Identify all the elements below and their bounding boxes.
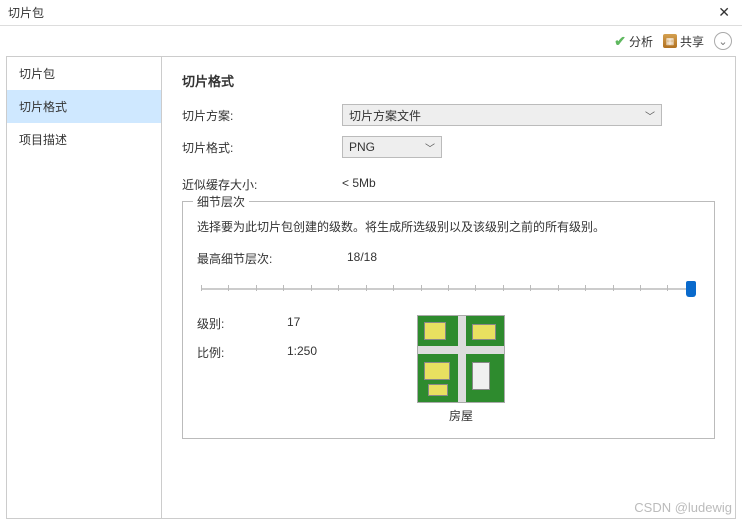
scale-label: 比例:: [197, 344, 287, 361]
format-value: PNG: [349, 140, 375, 154]
window-title: 切片包: [8, 4, 44, 21]
cache-row: 近似缓存大小: < 5Mb: [182, 176, 715, 193]
map-preview: [417, 315, 505, 403]
top-toolbar: ✔ 分析 ▦ 共享 ⌄: [0, 26, 742, 56]
slider-thumb[interactable]: [686, 281, 696, 297]
max-lod-row: 最高细节层次: 18/18: [197, 250, 700, 267]
title-bar: 切片包 ✕: [0, 0, 742, 26]
scheme-value: 切片方案文件: [349, 107, 421, 124]
scheme-label: 切片方案:: [182, 107, 342, 124]
format-label: 切片格式:: [182, 139, 342, 156]
share-icon: ▦: [663, 34, 677, 48]
analyze-button[interactable]: ✔ 分析: [614, 33, 653, 50]
lod-info: 级别: 17 比例: 1:250: [197, 315, 317, 373]
share-button[interactable]: ▦ 共享: [663, 33, 704, 50]
slider-ticks: [201, 285, 696, 293]
sidebar-item-format[interactable]: 切片格式: [7, 90, 161, 123]
chevron-down-icon: ﹀: [645, 108, 655, 123]
check-icon: ✔: [614, 33, 626, 50]
scale-value: 1:250: [287, 344, 317, 361]
lod-fieldset: 细节层次 选择要为此切片包创建的级数。将生成所选级别以及该级别之前的所有级别。 …: [182, 201, 715, 439]
sidebar: 切片包 切片格式 项目描述: [7, 57, 162, 518]
close-button[interactable]: ✕: [714, 4, 734, 21]
chevron-down-icon: ﹀: [425, 140, 435, 155]
sidebar-item-package[interactable]: 切片包: [7, 57, 161, 90]
format-select[interactable]: PNG ﹀: [342, 136, 442, 158]
format-row: 切片格式: PNG ﹀: [182, 136, 715, 158]
lod-slider[interactable]: [201, 277, 696, 301]
share-label: 共享: [680, 33, 704, 50]
scheme-select[interactable]: 切片方案文件 ﹀: [342, 104, 662, 126]
lod-description: 选择要为此切片包创建的级数。将生成所选级别以及该级别之前的所有级别。: [197, 218, 700, 236]
level-label: 级别:: [197, 315, 287, 332]
content-panel: 切片格式 切片方案: 切片方案文件 ﹀ 切片格式: PNG ﹀ 近似缓存大小: …: [162, 57, 735, 518]
lod-legend: 细节层次: [193, 193, 249, 210]
cache-value: < 5Mb: [342, 176, 376, 193]
max-lod-value: 18/18: [347, 250, 377, 267]
preview-caption: 房屋: [417, 407, 505, 424]
preview-column: 房屋: [417, 315, 505, 424]
max-lod-label: 最高细节层次:: [197, 250, 347, 267]
analyze-label: 分析: [629, 33, 653, 50]
scheme-row: 切片方案: 切片方案文件 ﹀: [182, 104, 715, 126]
level-value: 17: [287, 315, 300, 332]
sidebar-item-description[interactable]: 项目描述: [7, 123, 161, 156]
preview-area: 级别: 17 比例: 1:250: [197, 315, 700, 424]
cache-label: 近似缓存大小:: [182, 176, 342, 193]
page-title: 切片格式: [182, 71, 715, 90]
help-dropdown-button[interactable]: ⌄: [714, 32, 732, 50]
main-body: 切片包 切片格式 项目描述 切片格式 切片方案: 切片方案文件 ﹀ 切片格式: …: [6, 56, 736, 519]
